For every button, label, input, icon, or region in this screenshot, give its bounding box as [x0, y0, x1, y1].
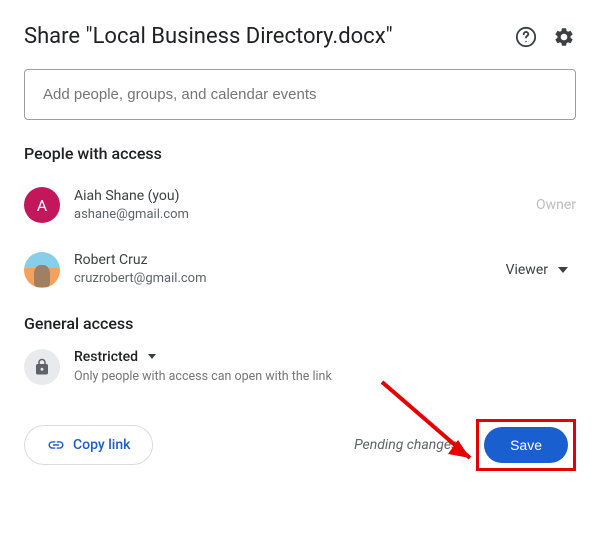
- copy-link-button[interactable]: Copy link: [24, 425, 153, 465]
- add-people-input[interactable]: [24, 69, 576, 120]
- person-name: Robert Cruz: [74, 251, 498, 271]
- role-label: Viewer: [506, 262, 548, 278]
- save-button[interactable]: Save: [484, 427, 568, 463]
- person-row: Robert Cruz cruzrobert@gmail.com Viewer: [24, 243, 576, 295]
- person-email: ashane@gmail.com: [74, 207, 536, 224]
- link-icon: [47, 436, 65, 454]
- general-access-info: Restricted Only people with access can o…: [74, 349, 576, 384]
- help-icon[interactable]: [514, 25, 538, 49]
- people-with-access-heading: People with access: [24, 144, 576, 163]
- header-actions: [514, 25, 576, 49]
- dialog-footer: Copy link Pending changes Save: [24, 419, 576, 471]
- pending-changes-label: Pending changes: [354, 437, 458, 453]
- access-mode-label: Restricted: [74, 349, 138, 365]
- chevron-down-icon: [558, 267, 568, 273]
- avatar: [24, 252, 60, 288]
- chevron-down-icon: [148, 354, 156, 359]
- general-access-heading: General access: [24, 314, 576, 333]
- gear-icon[interactable]: [552, 25, 576, 49]
- person-name: Aiah Shane (you): [74, 187, 536, 207]
- person-info: Aiah Shane (you) ashane@gmail.com: [74, 187, 536, 223]
- avatar: A: [24, 187, 60, 223]
- person-email: cruzrobert@gmail.com: [74, 271, 498, 288]
- lock-icon: [24, 349, 60, 385]
- dialog-title: Share "Local Business Directory.docx": [24, 24, 393, 49]
- access-mode-dropdown[interactable]: Restricted: [74, 349, 576, 365]
- copy-link-label: Copy link: [73, 437, 130, 453]
- access-mode-description: Only people with access can open with th…: [74, 369, 576, 384]
- role-owner-label: Owner: [536, 197, 576, 213]
- general-access-row: Restricted Only people with access can o…: [24, 349, 576, 385]
- annotation-highlight-box: Save: [476, 419, 576, 471]
- dialog-header: Share "Local Business Directory.docx": [24, 24, 576, 49]
- role-dropdown[interactable]: Viewer: [498, 256, 576, 284]
- person-info: Robert Cruz cruzrobert@gmail.com: [74, 251, 498, 287]
- person-row: A Aiah Shane (you) ashane@gmail.com Owne…: [24, 179, 576, 231]
- footer-right: Pending changes Save: [354, 419, 576, 471]
